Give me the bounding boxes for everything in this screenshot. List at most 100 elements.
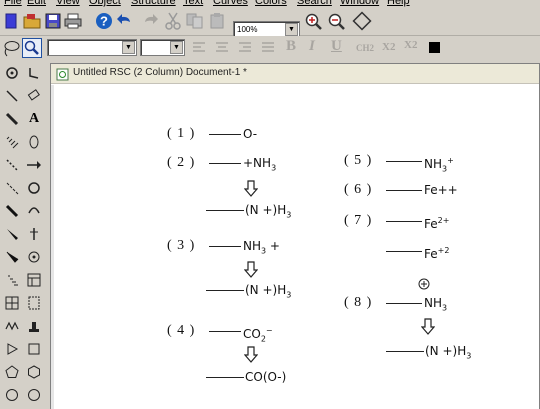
target-icon[interactable]: [24, 247, 44, 266]
copy-icon[interactable]: [185, 11, 205, 31]
rotate-icon[interactable]: [2, 63, 22, 82]
charge-circle-icon[interactable]: [418, 278, 430, 290]
chevron-down-icon[interactable]: ▼: [122, 41, 135, 54]
superscript-button[interactable]: X2: [404, 39, 417, 51]
marquee-zoom-icon[interactable]: [22, 38, 42, 58]
group-n-plus-h3[interactable]: (N +)H3: [245, 283, 291, 302]
zoom-out-icon[interactable]: [327, 12, 347, 32]
pentagon-icon[interactable]: [2, 362, 22, 381]
bond-line[interactable]: [209, 134, 241, 135]
group-fe-2plus[interactable]: Fe2+: [424, 214, 449, 231]
subscript-button[interactable]: X2: [382, 41, 395, 53]
orbital-icon[interactable]: [24, 132, 44, 151]
chevron-down-icon[interactable]: ▼: [285, 23, 298, 36]
circle-tool-icon[interactable]: [2, 385, 22, 404]
template-icon[interactable]: [24, 293, 44, 312]
formula-button[interactable]: CH2: [356, 43, 374, 53]
eraser-icon[interactable]: [24, 86, 44, 105]
zoom-in-icon[interactable]: [304, 12, 324, 32]
menu-view[interactable]: View: [56, 0, 80, 8]
wedge-bond-icon[interactable]: [2, 224, 22, 243]
print-icon[interactable]: [63, 11, 83, 31]
group-n-plus-h3[interactable]: (N +)H3: [425, 344, 471, 363]
menu-edit[interactable]: Edit: [27, 0, 46, 8]
menu-file[interactable]: File: [4, 0, 22, 8]
group-co2-minus[interactable]: CO2−: [243, 324, 273, 346]
new-document-icon[interactable]: [1, 11, 21, 31]
paste-icon[interactable]: [207, 11, 227, 31]
cut-icon[interactable]: [163, 11, 183, 31]
italic-button[interactable]: I: [309, 38, 315, 55]
menu-search[interactable]: Search: [297, 0, 332, 8]
bold-button[interactable]: B: [286, 38, 296, 55]
menu-colors[interactable]: Colors: [255, 0, 287, 8]
menu-structure[interactable]: Structure: [131, 0, 176, 8]
help-icon[interactable]: ?: [94, 11, 114, 31]
bond-tool-icon[interactable]: [24, 63, 44, 82]
hash-bond-icon[interactable]: [2, 132, 22, 151]
menu-help[interactable]: Help: [387, 0, 410, 8]
bond-line[interactable]: [206, 377, 244, 378]
underline-button[interactable]: U: [331, 38, 342, 55]
ring-tool-icon[interactable]: [24, 201, 44, 220]
save-icon[interactable]: [43, 11, 63, 31]
group-fe-plusplus[interactable]: Fe++: [424, 183, 458, 197]
menu-curves[interactable]: Curves: [213, 0, 248, 8]
bold-bond-icon[interactable]: [2, 201, 22, 220]
menu-object[interactable]: Object: [89, 0, 121, 8]
dashed-wedge-icon[interactable]: [2, 270, 22, 289]
wavy-bond-icon[interactable]: [2, 247, 22, 266]
arrow-tool-icon[interactable]: [24, 155, 44, 174]
bond-line[interactable]: [386, 221, 422, 222]
bond-line[interactable]: [209, 331, 241, 332]
bond-line[interactable]: [386, 351, 424, 352]
menu-window[interactable]: Window: [340, 0, 379, 8]
bond-line[interactable]: [386, 303, 422, 304]
bond-line[interactable]: [386, 251, 422, 252]
undo-icon[interactable]: [115, 11, 135, 31]
structure-label-1: ( 1 ): [167, 126, 196, 141]
lasso-select-icon[interactable]: [24, 178, 44, 197]
group-nh3-plus-super[interactable]: NH3+: [424, 154, 454, 176]
bond-line[interactable]: [206, 210, 244, 211]
chain-tool-icon[interactable]: [24, 224, 44, 243]
square-icon[interactable]: [24, 339, 44, 358]
align-icons[interactable]: [192, 41, 277, 55]
circle-tool-2-icon[interactable]: [24, 385, 44, 404]
group-n-plus-h3[interactable]: (N +)H3: [245, 203, 291, 222]
grid-tool-icon[interactable]: [2, 293, 22, 312]
redo-icon[interactable]: [140, 11, 160, 31]
bond-line[interactable]: [206, 290, 244, 291]
open-folder-icon[interactable]: [22, 11, 42, 31]
bond-line[interactable]: [209, 163, 241, 164]
group-nh3-space-plus[interactable]: NH3 +: [243, 239, 280, 258]
hollow-wedge-icon[interactable]: [2, 178, 22, 197]
menu-text[interactable]: Text: [183, 0, 203, 8]
pencil-icon[interactable]: [2, 109, 22, 128]
chevron-down-icon[interactable]: ▼: [170, 41, 183, 54]
text-tool-icon[interactable]: A: [24, 109, 44, 128]
table-tool-icon[interactable]: [24, 270, 44, 289]
bond-line[interactable]: [386, 190, 422, 191]
drawing-canvas[interactable]: ( 1 ) O- ( 2 ) +NH3 (N +)H3 ( 3 ) NH3 + …: [51, 85, 539, 409]
hexagon-icon[interactable]: [24, 362, 44, 381]
group-o-minus[interactable]: O-: [243, 127, 257, 141]
group-co-o-minus[interactable]: CO(O-): [245, 370, 286, 384]
down-arrow-icon: [421, 318, 435, 335]
group-nh3-charged[interactable]: NH3: [424, 296, 447, 315]
diamond-icon[interactable]: [352, 11, 372, 31]
dashed-bond-icon[interactable]: [2, 155, 22, 174]
structure-label-5: ( 5 ): [344, 153, 373, 168]
chain-bond-icon[interactable]: [2, 316, 22, 335]
group-fe-plus2[interactable]: Fe+2: [424, 244, 449, 261]
font-size-select[interactable]: ▼: [140, 39, 185, 56]
group-nh3-plus[interactable]: +NH3: [243, 156, 276, 175]
lasso-icon[interactable]: [1, 38, 21, 58]
color-swatch[interactable]: [429, 42, 440, 53]
bond-line[interactable]: [386, 161, 422, 162]
bond-line[interactable]: [209, 246, 241, 247]
triangle-icon[interactable]: [2, 339, 22, 358]
single-bond-icon[interactable]: [2, 86, 22, 105]
stamp-icon[interactable]: [24, 316, 44, 335]
font-select[interactable]: ▼: [47, 39, 137, 56]
